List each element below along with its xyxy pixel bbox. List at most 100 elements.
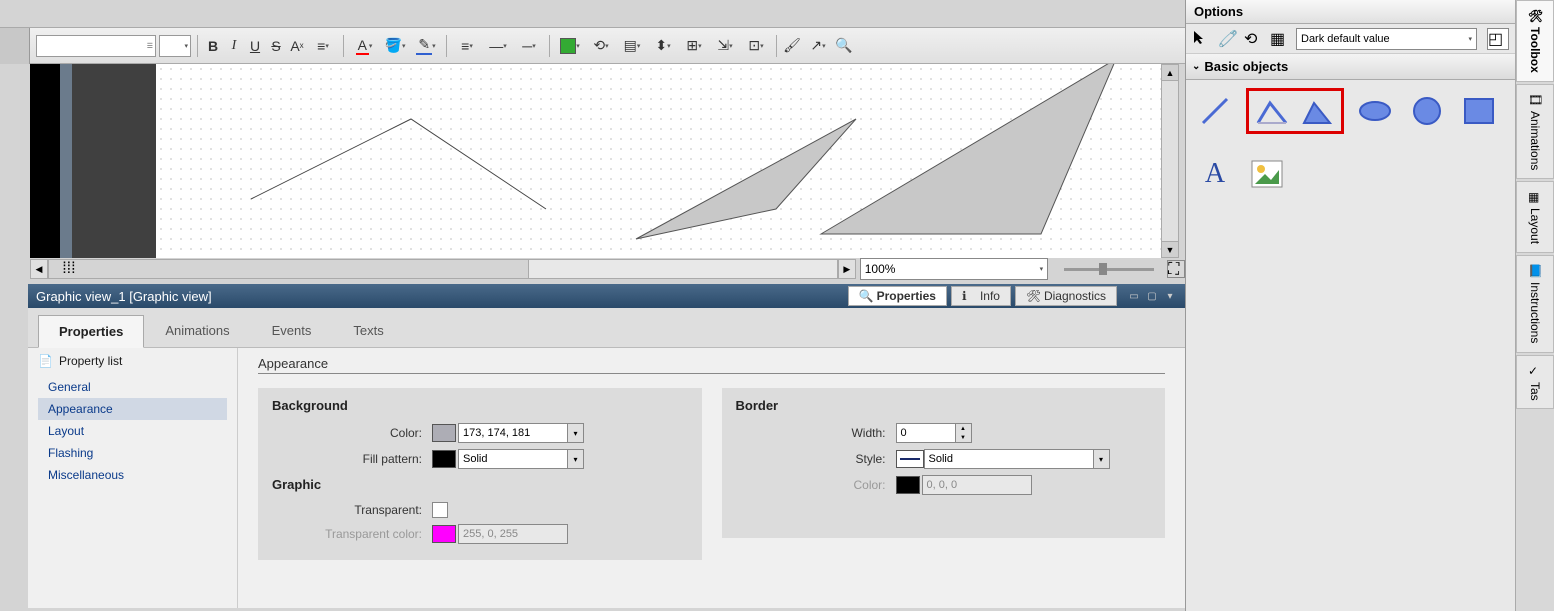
fill-pattern-input[interactable]: Solid [458, 449, 568, 469]
scroll-right-icon[interactable]: ▶ [838, 259, 856, 279]
canvas-bottom-row: ◀ ⁞⁞⁞ ▶ 100%▾ ⛶ [30, 258, 1185, 280]
image-shape-tool[interactable] [1246, 154, 1288, 194]
nav-general[interactable]: General [38, 376, 227, 398]
background-title: Background [272, 398, 688, 413]
arrow-button[interactable]: ↗▾ [804, 36, 832, 56]
zoom-slider[interactable] [1054, 258, 1163, 280]
canvas-hscrollbar[interactable]: ⁞⁞⁞ [48, 259, 838, 279]
strike-button[interactable]: S [267, 36, 285, 56]
distribute-button[interactable]: ⊞▾ [680, 36, 708, 56]
triangle-shape-2[interactable] [821, 64, 1116, 234]
design-canvas[interactable] [156, 64, 1161, 258]
zoom-button[interactable]: 🔍 [835, 36, 853, 56]
bg-color-label: Color: [272, 426, 432, 440]
nav-layout[interactable]: Layout [38, 420, 227, 442]
canvas-vscrollbar[interactable]: ▲ ▼ [1161, 64, 1179, 258]
fill-style-button[interactable]: ▾ [556, 36, 584, 56]
line-color-button[interactable]: ✎▾ [412, 36, 440, 56]
highlighted-shapes [1246, 88, 1344, 134]
background-group: Background Color: 173, 174, 181 ▾ Fill p… [258, 388, 702, 560]
superscript-button[interactable]: Ax [288, 36, 306, 56]
stamp-icon[interactable]: 🧷 [1218, 29, 1238, 49]
transparent-checkbox[interactable] [432, 502, 448, 518]
inspector-tab-info[interactable]: ℹInfo [951, 286, 1011, 306]
scroll-up-icon[interactable]: ▲ [1162, 65, 1178, 81]
text-shape-tool[interactable]: A [1194, 154, 1236, 194]
fit-screen-button[interactable]: ⛶ [1167, 260, 1185, 278]
border-style-label: Style: [736, 452, 896, 466]
bold-button[interactable]: B [204, 36, 222, 56]
font-name-field[interactable]: ☰ [36, 35, 156, 57]
rectangle-shape-tool[interactable] [1458, 91, 1500, 131]
animations-icon: 🎞 [1528, 93, 1542, 107]
bg-color-input[interactable]: 173, 174, 181 [458, 423, 568, 443]
border-style-preview [896, 450, 924, 468]
tab-properties[interactable]: Properties [38, 315, 144, 348]
scroll-left-icon[interactable]: ◀ [30, 259, 48, 279]
polyline-shape-tool[interactable] [1251, 91, 1293, 131]
polyline-shape[interactable] [251, 119, 546, 209]
underline-button[interactable]: U [246, 36, 264, 56]
grid-icon[interactable]: ▦ [1270, 29, 1290, 49]
font-size-field[interactable]: ▾ [159, 35, 191, 57]
triangle-shape-1[interactable] [636, 119, 856, 239]
line-end-button[interactable]: ─▾ [515, 36, 543, 56]
italic-button[interactable]: I [225, 36, 243, 56]
cursor-icon[interactable] [1192, 29, 1212, 49]
tab-animations[interactable]: Animations [144, 314, 250, 347]
properties-icon: 🔍 [859, 289, 873, 303]
fill-pattern-swatch[interactable] [432, 450, 456, 468]
top-spacer [0, 0, 1185, 28]
border-style-input[interactable]: Solid [924, 449, 1094, 469]
rotate-button[interactable]: ⟲▾ [587, 36, 615, 56]
bg-color-swatch[interactable] [432, 424, 456, 442]
window-layout-icon[interactable]: ▭ [1127, 289, 1141, 303]
hscroll-thumb[interactable]: ⁞⁞⁞ [49, 260, 529, 278]
nav-appearance[interactable]: Appearance [38, 398, 227, 420]
options-header: Options [1186, 0, 1515, 24]
border-style-dropdown[interactable]: ▾ [1094, 449, 1110, 469]
vtab-layout[interactable]: ▦Layout [1516, 181, 1554, 253]
vtab-instructions[interactable]: 📘Instructions [1516, 255, 1554, 352]
line-style-button[interactable]: —▾ [484, 36, 512, 56]
line-shape[interactable] [1194, 91, 1236, 131]
brush-button[interactable]: 🖌 [783, 36, 801, 56]
bg-color-dropdown[interactable]: ▾ [568, 423, 584, 443]
vtab-tasks[interactable]: ✓Tas [1516, 355, 1554, 410]
border-color-swatch [896, 476, 920, 494]
toolbar-handle [0, 28, 30, 64]
ellipse-shape-tool[interactable] [1354, 91, 1396, 131]
property-main: Appearance Background Color: 173, 174, 1… [238, 348, 1185, 608]
border-width-spinner[interactable]: ▲▼ [956, 423, 972, 443]
nav-miscellaneous[interactable]: Miscellaneous [38, 464, 227, 486]
nav-flashing[interactable]: Flashing [38, 442, 227, 464]
fill-color-button[interactable]: 🪣▾ [381, 36, 409, 56]
order-button[interactable]: ▤▾ [618, 36, 646, 56]
inspector-tab-diagnostics[interactable]: 🛠Diagnostics [1015, 286, 1117, 306]
font-color-button[interactable]: A▾ [350, 36, 378, 56]
vtab-toolbox[interactable]: 🛠Toolbox [1516, 0, 1554, 82]
style-select[interactable]: Dark default value▾ [1296, 28, 1477, 50]
inspector-tab-properties[interactable]: 🔍Properties [848, 286, 947, 306]
zoom-input[interactable]: 100%▾ [860, 258, 1048, 280]
circle-shape-tool[interactable] [1406, 91, 1448, 131]
transparent-color-label: Transparent color: [272, 527, 432, 541]
basic-objects-header[interactable]: ⌄ Basic objects [1186, 54, 1515, 80]
vtab-animations[interactable]: 🎞Animations [1516, 84, 1554, 179]
border-width-input[interactable]: 0 [896, 423, 956, 443]
style-preview[interactable]: ◰ [1487, 28, 1509, 50]
chevron-down-icon[interactable]: ▾ [1163, 289, 1177, 303]
scroll-down-icon[interactable]: ▼ [1162, 241, 1178, 257]
group-button[interactable]: ⊡▾ [742, 36, 770, 56]
align-button[interactable]: ≡▾ [309, 36, 337, 56]
tab-texts[interactable]: Texts [332, 314, 404, 347]
align-obj-button[interactable]: ⬍▾ [649, 36, 677, 56]
line-width-button[interactable]: ≡▾ [453, 36, 481, 56]
fill-pattern-dropdown[interactable]: ▾ [568, 449, 584, 469]
window-max-icon[interactable]: ▢ [1145, 289, 1159, 303]
polygon-shape-tool[interactable] [1297, 91, 1339, 131]
size-button[interactable]: ⇲▾ [711, 36, 739, 56]
toolbox-sidebar: Options 🧷 ⟲ ▦ Dark default value▾ ◰ ⌄ Ba… [1185, 0, 1515, 611]
rotate-icon[interactable]: ⟲ [1244, 29, 1264, 49]
tab-events[interactable]: Events [251, 314, 333, 347]
